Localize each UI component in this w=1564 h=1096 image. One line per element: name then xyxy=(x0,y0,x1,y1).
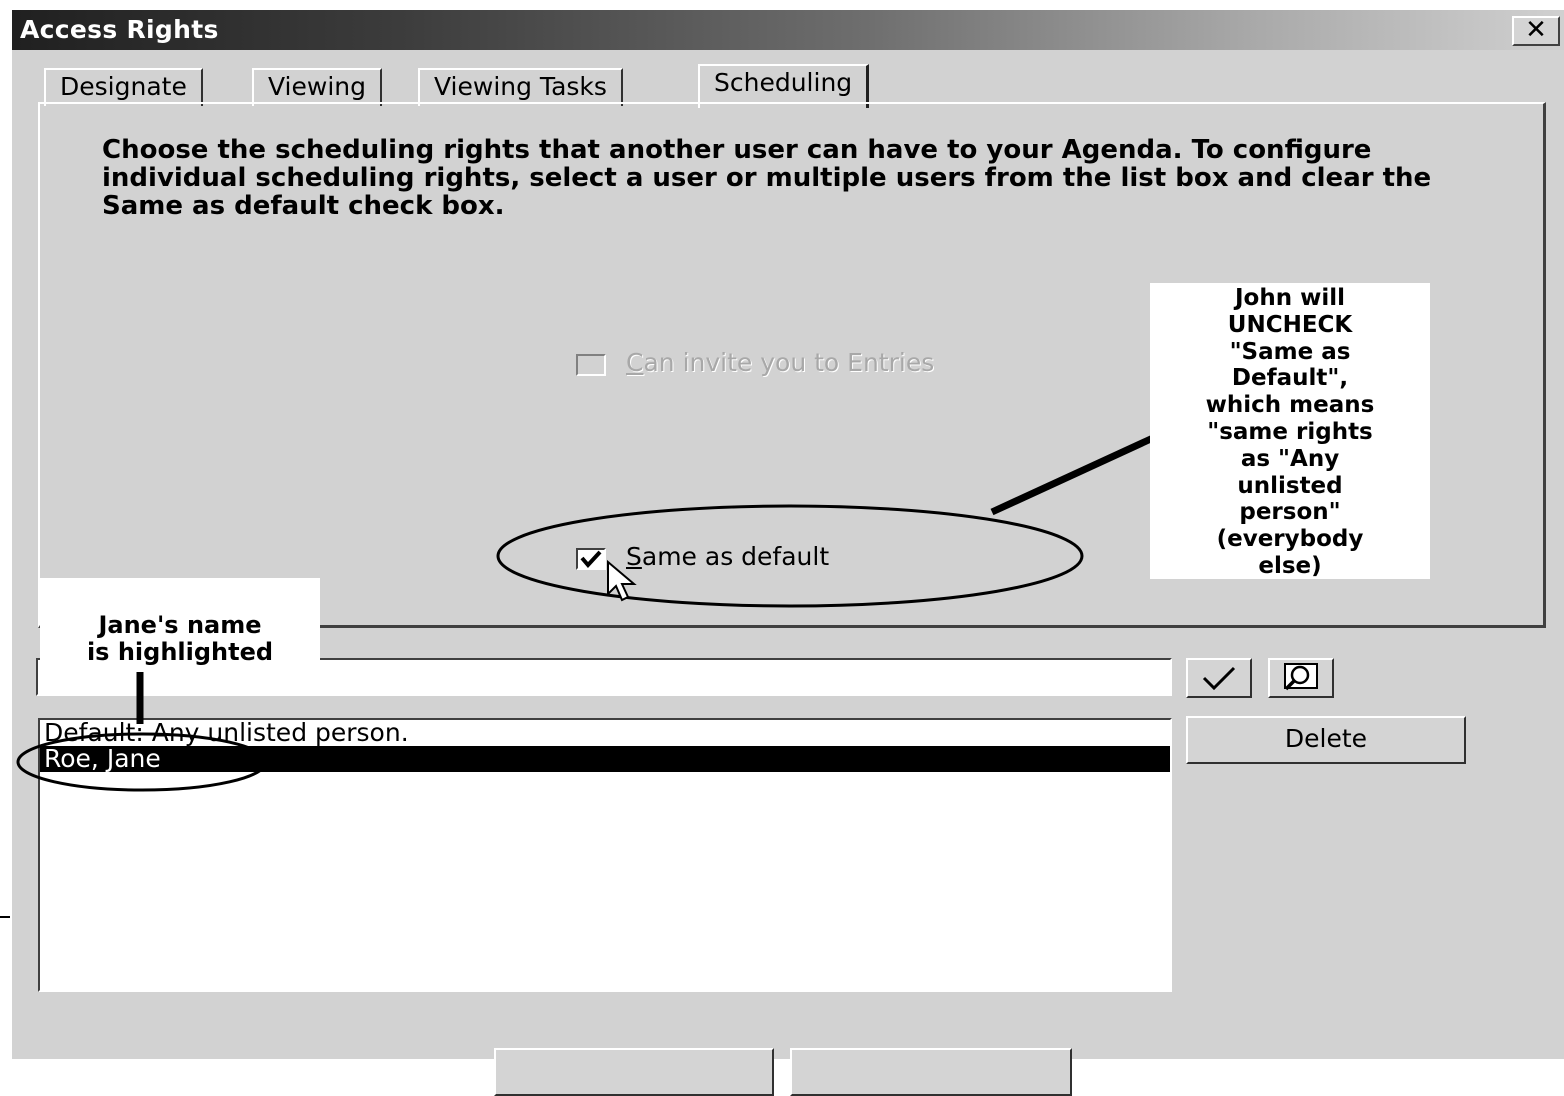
list-item-default[interactable]: Default: Any unlisted person. xyxy=(40,720,1170,746)
scheduling-instructions: Choose the scheduling rights that anothe… xyxy=(102,135,1432,221)
ok-button[interactable] xyxy=(494,1048,774,1096)
same-as-default-checkbox[interactable] xyxy=(576,548,606,570)
apply-user-button[interactable] xyxy=(1186,658,1252,698)
john-note: John will UNCHECK "Same as Default", whi… xyxy=(1150,283,1430,579)
same-as-default-label: Same as default xyxy=(626,542,830,571)
users-list[interactable]: Default: Any unlisted person. Roe, Jane xyxy=(38,718,1172,992)
close-button[interactable]: ✕ xyxy=(1512,16,1560,46)
tab-viewing-tasks[interactable]: Viewing Tasks xyxy=(418,68,623,106)
window-title: Access Rights xyxy=(20,15,219,44)
invite-label: Can invite you to Entries xyxy=(626,348,935,377)
address-book-icon xyxy=(1284,663,1318,691)
tab-viewing[interactable]: Viewing xyxy=(252,68,382,106)
edge-line xyxy=(0,916,10,918)
address-book-button[interactable] xyxy=(1268,658,1334,698)
delete-button[interactable]: Delete xyxy=(1186,716,1466,764)
check-icon xyxy=(1202,666,1236,691)
tab-designate[interactable]: Designate xyxy=(44,68,203,106)
close-icon: ✕ xyxy=(1525,15,1547,45)
jane-note: Jane's name is highlighted xyxy=(40,578,320,672)
invite-checkbox[interactable] xyxy=(576,354,606,376)
list-item-roe-jane[interactable]: Roe, Jane xyxy=(40,746,1170,772)
cancel-button[interactable] xyxy=(790,1048,1072,1096)
title-bar[interactable]: Access Rights ✕ xyxy=(12,10,1564,50)
checkmark-icon xyxy=(580,550,602,569)
